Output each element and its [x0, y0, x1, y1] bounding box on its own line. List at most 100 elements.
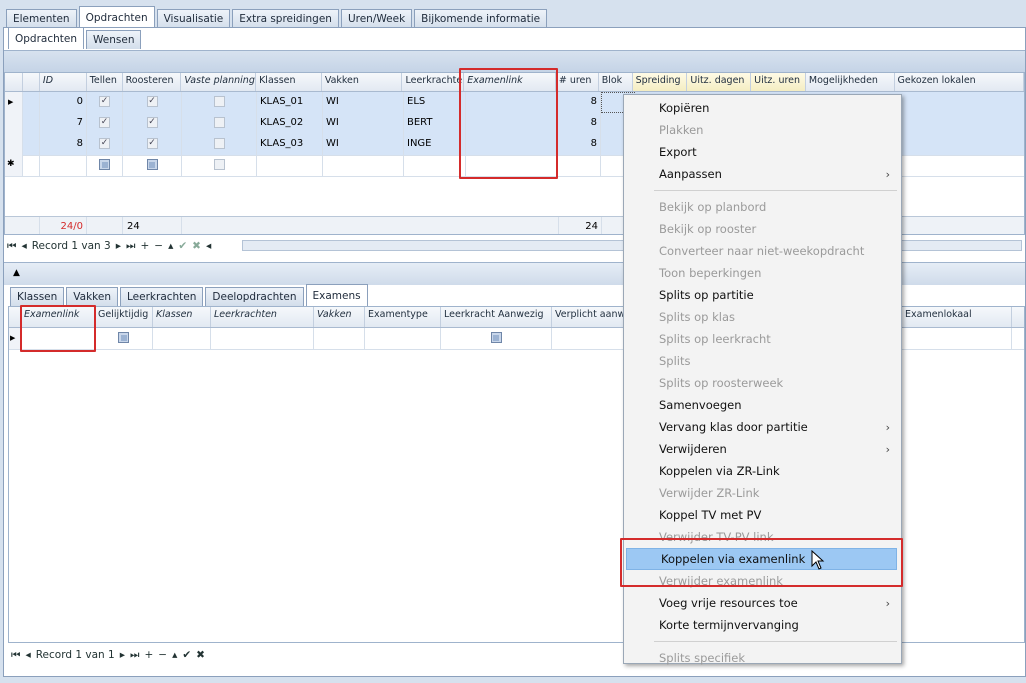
tab-klassen[interactable]: Klassen: [10, 287, 65, 306]
col-leerkrachten[interactable]: Leerkrachten: [402, 73, 465, 91]
up-icon[interactable]: ▴: [168, 240, 173, 252]
checkbox-vaste-planning[interactable]: [213, 117, 225, 128]
cell-vakken[interactable]: [314, 328, 365, 349]
cell-vakken[interactable]: WI: [323, 134, 404, 155]
next-record-icon[interactable]: ▸: [116, 240, 121, 252]
cell-vaste-planning[interactable]: [182, 113, 257, 134]
remove-record-icon[interactable]: −: [158, 649, 167, 661]
add-record-icon[interactable]: +: [140, 240, 149, 252]
first-record-icon[interactable]: ⏮: [11, 649, 20, 662]
cell-roosteren[interactable]: ✓: [123, 134, 182, 155]
cell-uren[interactable]: 8: [558, 92, 601, 113]
menu-item-vervang-klas-door-partitie[interactable]: Vervang klas door partitie ›: [625, 416, 900, 438]
last-record-icon[interactable]: ⏭: [130, 649, 139, 662]
col-mogelijkheden[interactable]: Mogelijkheden: [806, 73, 895, 91]
row-indicator[interactable]: ▶: [5, 92, 23, 113]
next-record-icon[interactable]: ▸: [120, 649, 125, 661]
col-blok[interactable]: Blok: [599, 73, 633, 91]
col-vakken[interactable]: Vakken: [314, 307, 365, 327]
col-gelijktijdig[interactable]: Gelijktijdig: [95, 307, 153, 327]
checkbox-roosteren[interactable]: ✓: [146, 117, 158, 128]
cell-tellen[interactable]: ✓: [87, 92, 123, 113]
col-leerkrachten[interactable]: Leerkrachten: [211, 307, 314, 327]
subtab-wensen[interactable]: Wensen: [86, 30, 142, 49]
cell-leerkrachten[interactable]: ELS: [404, 92, 466, 113]
menu-item-splits-op-partitie[interactable]: Splits op partitie: [625, 284, 900, 306]
checkbox-vaste-planning[interactable]: [213, 159, 225, 170]
confirm-icon[interactable]: ✔: [182, 649, 191, 661]
checkbox-roosteren[interactable]: ✓: [146, 138, 158, 149]
first-record-icon[interactable]: ⏮: [7, 240, 16, 253]
menu-item-verwijderen[interactable]: Verwijderen ›: [625, 438, 900, 460]
cell-examentype[interactable]: [365, 328, 441, 349]
checkbox-gelijktijdig[interactable]: [118, 332, 129, 343]
cell-vaste-planning[interactable]: [182, 134, 257, 155]
col-roosteren[interactable]: Roosteren: [123, 73, 182, 91]
cell-roosteren[interactable]: ✓: [123, 113, 182, 134]
collapse-icon[interactable]: ▲: [13, 268, 20, 278]
add-record-icon[interactable]: +: [144, 649, 153, 661]
menu-item-kopi-ren[interactable]: Kopiëren: [625, 97, 900, 119]
checkbox-tellen[interactable]: ✓: [99, 117, 110, 128]
col-klassen[interactable]: Klassen: [256, 73, 322, 91]
subtab-opdrachten[interactable]: Opdrachten: [8, 27, 85, 49]
menu-item-koppel-tv-met-pv[interactable]: Koppel TV met PV: [625, 504, 900, 526]
tab-extra-spreidingen[interactable]: Extra spreidingen: [232, 9, 339, 28]
checkbox-tellen[interactable]: [99, 159, 110, 170]
prev-record-icon[interactable]: ◂: [25, 649, 30, 661]
checkbox-tellen[interactable]: ✓: [99, 96, 110, 107]
prev-record-icon[interactable]: ◂: [21, 240, 26, 252]
row-indicator[interactable]: [5, 134, 23, 155]
cell-klassen[interactable]: KLAS_03: [257, 134, 323, 155]
cell-vakken[interactable]: WI: [323, 92, 404, 113]
cell-vaste-planning[interactable]: [182, 92, 257, 113]
last-record-icon[interactable]: ⏭: [126, 240, 135, 253]
menu-item-aanpassen[interactable]: Aanpassen ›: [625, 163, 900, 185]
confirm-icon[interactable]: ✔: [178, 240, 187, 252]
col-uren[interactable]: # uren: [556, 73, 599, 91]
tab-vakken[interactable]: Vakken: [66, 287, 119, 306]
col-vaste-planning[interactable]: Vaste planning: [181, 73, 257, 91]
tab-elementen[interactable]: Elementen: [6, 9, 77, 28]
checkbox-tellen[interactable]: ✓: [99, 138, 110, 149]
tab-deelopdrachten[interactable]: Deelopdrachten: [205, 287, 304, 306]
menu-item-export[interactable]: Export: [625, 141, 900, 163]
cell-uren[interactable]: 8: [558, 113, 601, 134]
checkbox-roosteren[interactable]: [146, 159, 158, 170]
cell-leerkrachten[interactable]: INGE: [404, 134, 466, 155]
col-vakken[interactable]: Vakken: [322, 73, 403, 91]
cancel-icon[interactable]: ✖: [196, 649, 205, 661]
cell-leerkrachten[interactable]: [211, 328, 314, 349]
cell-klassen[interactable]: KLAS_02: [257, 113, 323, 134]
cell-tellen[interactable]: [87, 155, 123, 176]
col-uitz-dagen[interactable]: Uitz. dagen: [687, 73, 752, 91]
cell-leerkracht-aanwezig[interactable]: [441, 328, 552, 349]
col-klassen[interactable]: Klassen: [153, 307, 211, 327]
col-examenlokaal[interactable]: Examenlokaal: [902, 307, 1012, 327]
checkbox-leerkracht-aanwezig[interactable]: [490, 332, 502, 343]
col-spreiding[interactable]: Spreiding: [632, 73, 688, 91]
col-examentype[interactable]: Examentype: [365, 307, 441, 327]
col-leerkracht-aanwezig[interactable]: Leerkracht Aanwezig: [441, 307, 552, 327]
col-id[interactable]: ID: [40, 73, 87, 91]
checkbox-roosteren[interactable]: ✓: [146, 96, 158, 107]
cell-gelijktijdig[interactable]: [95, 328, 153, 349]
cancel-icon[interactable]: ✖: [192, 240, 201, 252]
menu-item-voeg-vrije-resources-toe[interactable]: Voeg vrije resources toe ›: [625, 592, 900, 614]
cell-roosteren[interactable]: [123, 155, 182, 176]
cell-uren[interactable]: 8: [558, 134, 601, 155]
cell-id[interactable]: 0: [40, 92, 87, 113]
tab-uren-week[interactable]: Uren/Week: [340, 9, 413, 28]
menu-item-korte-termijnvervanging[interactable]: Korte termijnvervanging: [625, 614, 900, 636]
cell-examenlokaal[interactable]: [902, 328, 1012, 349]
row-indicator[interactable]: [5, 113, 23, 134]
col-uitz-uren[interactable]: Uitz. uren: [751, 73, 806, 91]
cell-klassen[interactable]: KLAS_01: [257, 92, 323, 113]
cell-tellen[interactable]: ✓: [87, 113, 123, 134]
cell-roosteren[interactable]: ✓: [123, 92, 182, 113]
tab-visualisatie[interactable]: Visualisatie: [156, 9, 231, 28]
cell-id[interactable]: 8: [40, 134, 87, 155]
col-tellen[interactable]: Tellen: [87, 73, 123, 91]
cell-tellen[interactable]: ✓: [87, 134, 123, 155]
cell-id[interactable]: 7: [40, 113, 87, 134]
